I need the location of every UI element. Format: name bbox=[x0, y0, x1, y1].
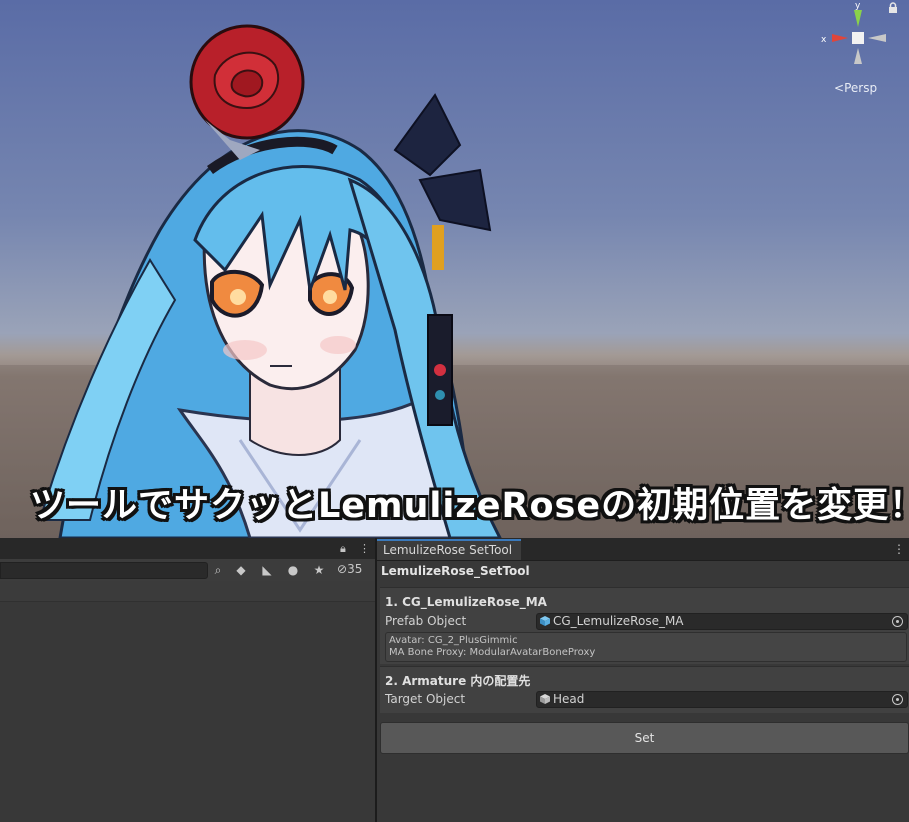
info-bone-proxy: MA Bone Proxy: ModularAvatarBoneProxy bbox=[389, 647, 596, 658]
prefab-info-box: Avatar: CG_2_PlusGimmic MA Bone Proxy: M… bbox=[385, 632, 907, 662]
hierarchy-list[interactable] bbox=[0, 602, 375, 822]
settool-tabbar: LemulizeRose SetTool ⋮ bbox=[377, 538, 909, 561]
hidden-count-value: 35 bbox=[347, 562, 363, 576]
chevron-left-icon: < bbox=[834, 81, 845, 95]
kebab-menu-icon[interactable]: ⋮ bbox=[359, 542, 370, 555]
gizmo-x-label: x bbox=[821, 35, 827, 45]
set-button[interactable]: Set bbox=[380, 722, 909, 754]
hierarchy-panel: 🔒︎ ⋮ ⌕ ◆ ◣ ● ★ ⊘35 bbox=[0, 538, 375, 822]
target-object-label: Target Object bbox=[385, 692, 466, 706]
eye-hidden-icon: ⊘ bbox=[337, 562, 348, 576]
warning-icon[interactable]: ● bbox=[285, 562, 301, 578]
target-object-field[interactable]: Head bbox=[536, 691, 908, 708]
prefab-object-field[interactable]: CG_LemulizeRose_MA bbox=[536, 613, 908, 630]
search-input[interactable] bbox=[0, 562, 208, 579]
filter-icon[interactable]: ◆ bbox=[233, 562, 249, 578]
section-prefab-title: 1. CG_LemulizeRose_MA bbox=[385, 595, 547, 609]
window-title: LemulizeRose_SetTool bbox=[381, 564, 530, 578]
gameobject-cube-icon bbox=[540, 694, 550, 704]
info-avatar: Avatar: CG_2_PlusGimmic bbox=[389, 635, 518, 646]
overlay-caption: ツールでサクッとLemulizeRoseの初期位置を変更！ bbox=[30, 486, 909, 526]
scene-orientation-gizmo[interactable]: x y bbox=[812, 2, 892, 72]
label-icon[interactable]: ◣ bbox=[259, 562, 275, 578]
target-object-value: Head bbox=[553, 692, 585, 706]
hidden-count: ⊘35 bbox=[337, 562, 362, 576]
favorite-star-icon[interactable]: ★ bbox=[311, 562, 327, 578]
search-by-type-icon[interactable]: ⌕ bbox=[210, 562, 226, 578]
hierarchy-header-row bbox=[0, 581, 375, 602]
prefab-cube-icon bbox=[540, 616, 550, 626]
avatar-render bbox=[0, 24, 909, 538]
projection-toggle[interactable]: <Persp bbox=[834, 81, 877, 95]
scene-view[interactable]: x y <Persp ツールでサクッとLemulizeRoseの初期位置を変更！ bbox=[0, 0, 909, 538]
prefab-object-label: Prefab Object bbox=[385, 614, 467, 628]
hierarchy-tabbar: 🔒︎ ⋮ bbox=[0, 538, 375, 560]
section-armature-title: 2. Armature 内の配置先 bbox=[385, 674, 531, 688]
settool-window: LemulizeRose SetTool ⋮ LemulizeRose_SetT… bbox=[377, 538, 909, 822]
hierarchy-toolbar: ⌕ ◆ ◣ ● ★ ⊘35 bbox=[0, 559, 375, 582]
object-picker-icon[interactable] bbox=[892, 694, 903, 705]
object-picker-icon[interactable] bbox=[892, 616, 903, 627]
lock-icon[interactable] bbox=[887, 2, 899, 14]
tab-lemulizerose-settool[interactable]: LemulizeRose SetTool bbox=[377, 539, 521, 560]
kebab-menu-icon[interactable]: ⋮ bbox=[893, 542, 905, 556]
gizmo-y-label: y bbox=[855, 2, 861, 11]
prefab-object-value: CG_LemulizeRose_MA bbox=[553, 614, 684, 628]
projection-label: Persp bbox=[844, 81, 878, 95]
lock-icon[interactable]: 🔒︎ bbox=[340, 542, 346, 556]
